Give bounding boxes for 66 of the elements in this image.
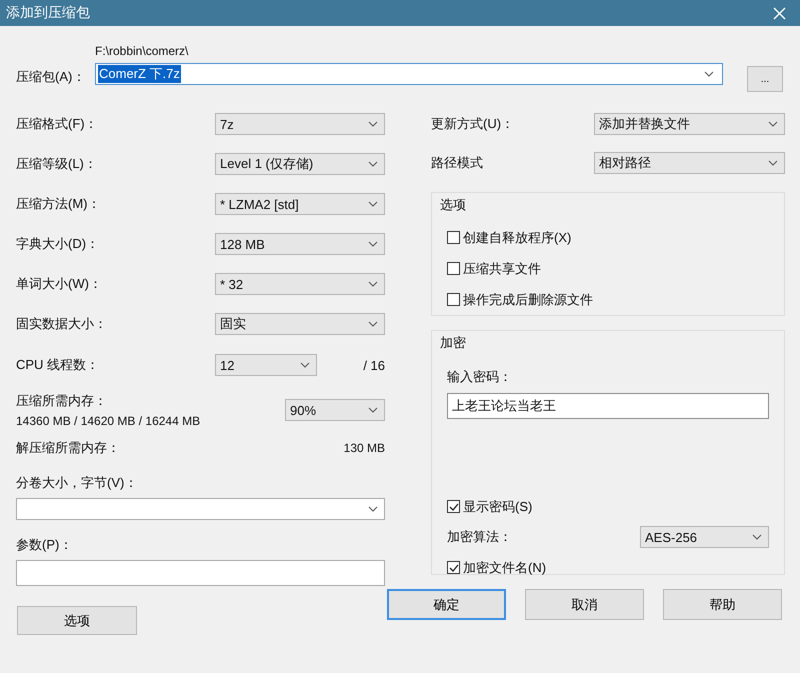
chevron-icon — [368, 407, 378, 413]
thread-max: / 16 — [362, 358, 385, 372]
field-label: CPU 线程数： — [16, 356, 100, 374]
checkbox-label: 显示密码(S) — [463, 498, 532, 516]
field-label: 参数(P)： — [16, 536, 74, 554]
field-label: 压缩方法(M)： — [16, 195, 102, 213]
field-label: 压缩包(A)： — [16, 68, 86, 86]
dropdown[interactable]: AES-256 — [640, 526, 769, 548]
password-field[interactable]: 上老王论坛当老王 — [447, 393, 769, 419]
checkbox[interactable] — [447, 262, 460, 275]
dropdown[interactable]: 添加并替换文件 — [594, 112, 785, 134]
chevron-icon — [768, 160, 778, 166]
browse-button[interactable]: ... — [747, 66, 783, 92]
dropdown[interactable]: * 32 — [215, 273, 385, 295]
chevron-icon — [768, 120, 778, 126]
field-label: 加密算法： — [447, 528, 513, 546]
chevron-icon — [368, 506, 378, 512]
dropdown[interactable]: 固实 — [215, 313, 385, 335]
chevron-icon — [300, 362, 310, 368]
memory-value: 130 MB — [344, 441, 385, 455]
dropdown[interactable]: 12 — [215, 354, 317, 376]
chevron-icon — [368, 121, 378, 127]
checkbox-label: 压缩共享文件 — [463, 260, 541, 278]
dialog-button[interactable]: 确定 — [387, 589, 506, 620]
checkbox[interactable] — [447, 561, 460, 574]
close-icon[interactable] — [773, 6, 786, 20]
checkbox[interactable] — [447, 293, 460, 306]
field-label: 压缩等级(L)： — [16, 155, 98, 173]
field-label: 压缩所需内存： — [16, 392, 108, 410]
chevron-icon — [704, 71, 714, 77]
checkbox[interactable] — [447, 500, 460, 513]
field-label: 更新方式(U)： — [431, 114, 516, 132]
checkbox-label: 加密文件名(N) — [463, 558, 546, 576]
chevron-icon — [368, 281, 378, 287]
window-title: 添加到压缩包 — [6, 4, 90, 22]
dropdown[interactable]: 7z — [215, 113, 385, 135]
chevron-icon — [368, 241, 378, 247]
dropdown[interactable]: 90% — [285, 399, 385, 421]
dropdown[interactable]: 相对路径 — [594, 152, 785, 174]
chevron-icon — [368, 201, 378, 207]
group-title: 加密 — [440, 334, 466, 352]
field-label: 分卷大小，字节(V)： — [16, 474, 138, 492]
field-label: 固实数据大小： — [16, 315, 108, 333]
field-label: 路径模式 — [431, 154, 484, 172]
parameters-field[interactable] — [16, 560, 385, 586]
dialog-button[interactable]: 帮助 — [663, 589, 782, 620]
field-label: 输入密码： — [447, 368, 513, 386]
checkbox[interactable] — [447, 231, 460, 244]
folder-path: F:\robbin\comerz\ — [95, 44, 190, 60]
options-button[interactable]: 选项 — [17, 606, 137, 635]
chevron-icon — [752, 534, 762, 540]
memory-usage: 14360 MB / 14620 MB / 16244 MB — [16, 414, 202, 428]
archive-name-combo[interactable]: ComerZ 下.7z — [95, 63, 723, 85]
field-label: 压缩格式(F)： — [16, 115, 99, 133]
group-title: 选项 — [440, 196, 466, 214]
dropdown[interactable]: Level 1 (仅存储) — [215, 153, 385, 175]
field-label: 解压缩所需内存： — [16, 439, 120, 457]
chevron-icon — [368, 321, 378, 327]
chevron-icon — [368, 161, 378, 167]
dropdown[interactable]: * LZMA2 [std] — [215, 193, 385, 215]
dropdown[interactable]: 128 MB — [215, 233, 385, 255]
dialog-button[interactable]: 取消 — [525, 589, 644, 620]
checkbox-label: 操作完成后删除源文件 — [463, 290, 593, 308]
checkbox-label: 创建自释放程序(X) — [463, 228, 572, 246]
field-label: 单词大小(W)： — [16, 275, 103, 293]
field-label: 字典大小(D)： — [16, 235, 100, 253]
